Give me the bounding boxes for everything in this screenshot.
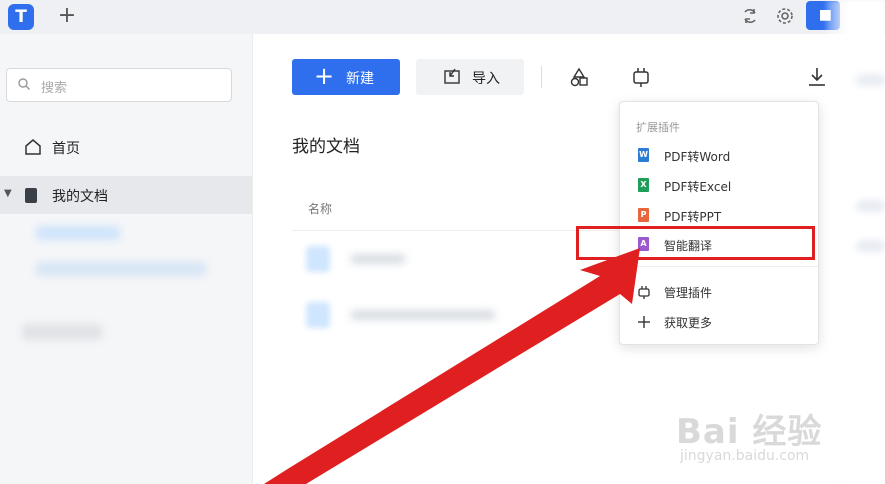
watermark-brand: Bai 经验	[676, 412, 823, 452]
baidu-watermark: Bai 经验 jingyan.baidu.com	[676, 404, 876, 474]
watermark-url: jingyan.baidu.com	[680, 448, 810, 464]
